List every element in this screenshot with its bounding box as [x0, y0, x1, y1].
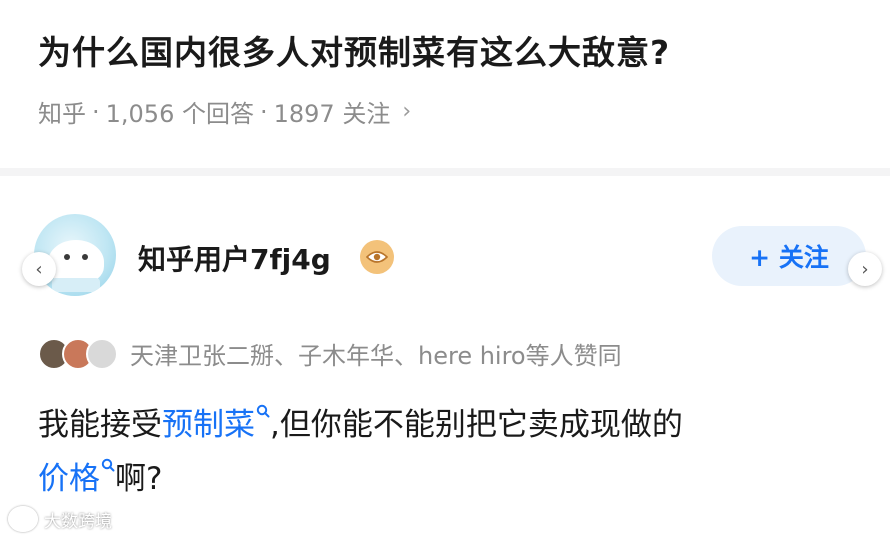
- followers-count: 1897 关注: [273, 100, 391, 128]
- follow-button[interactable]: + 关注: [712, 226, 866, 286]
- source-label: 知乎: [38, 100, 86, 128]
- watermark: 大数跨境: [8, 506, 112, 532]
- mascot-base: [52, 278, 100, 292]
- watermark-logo-icon: [8, 506, 38, 532]
- answers-count: 1,056 个回答: [105, 100, 254, 128]
- mascot-eye: [82, 254, 88, 260]
- author-name[interactable]: 知乎用户7fj4g: [138, 238, 331, 278]
- keyword-link[interactable]: 价格: [38, 458, 115, 497]
- search-icon: [101, 458, 115, 472]
- answer-card: 知乎用户7fj4g + 关注 ‹ › 天津卫张二掰、子木年华、here hiro…: [0, 176, 890, 535]
- question-card: 为什么国内很多人对预制菜有这么大敌意? 知乎 · 1,056 个回答 · 189…: [0, 0, 890, 168]
- answer-body[interactable]: 我能接受预制菜 ,但你能不能别把它卖成现做的价格 啊?: [38, 398, 858, 506]
- question-meta[interactable]: 知乎 · 1,056 个回答 · 1897 关注 ›: [38, 94, 411, 129]
- voters-text: 天津卫张二掰、子木年华、here hiro等人赞同: [130, 342, 622, 370]
- mascot-eye: [64, 254, 70, 260]
- keyword-link[interactable]: 预制菜: [162, 404, 270, 443]
- chevron-right-icon[interactable]: ›: [848, 252, 882, 286]
- answer-text: ,但你能不能别把它卖成现做的: [270, 407, 683, 443]
- chevron-right-icon: ›: [402, 99, 412, 124]
- question-title[interactable]: 为什么国内很多人对预制菜有这么大敌意?: [38, 26, 670, 74]
- screenshot: 为什么国内很多人对预制菜有这么大敌意? 知乎 · 1,056 个回答 · 189…: [0, 0, 890, 535]
- keyword-label: 预制菜: [162, 407, 255, 443]
- search-icon: [256, 404, 270, 418]
- meta-separator: ·: [259, 97, 268, 126]
- keyword-label: 价格: [38, 461, 100, 497]
- chevron-left-icon[interactable]: ‹: [22, 252, 56, 286]
- meta-separator: ·: [92, 97, 100, 126]
- answer-text: 啊?: [115, 461, 163, 497]
- voter-avatar: [86, 337, 118, 370]
- answer-text: 我能接受: [38, 407, 162, 443]
- watermark-text: 大数跨境: [44, 511, 112, 532]
- eye-badge-icon: [360, 240, 394, 274]
- voters-row[interactable]: 天津卫张二掰、子木年华、here hiro等人赞同: [38, 336, 622, 371]
